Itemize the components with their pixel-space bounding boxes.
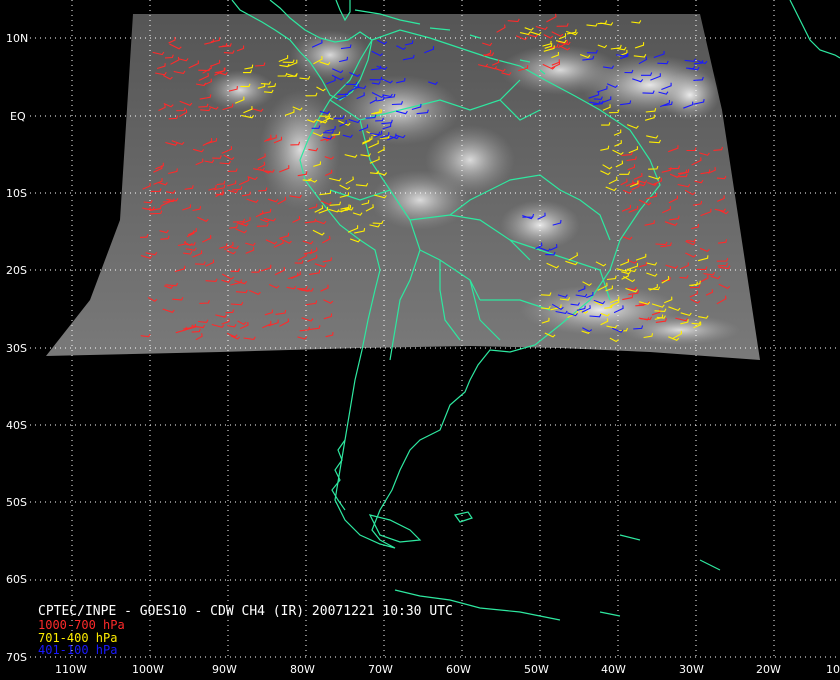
lon-label: 50W [524,663,549,676]
africa-coast [789,0,840,59]
legend-entry-low-level: 1000-700 hPa [38,618,125,632]
lat-label: 50S [6,496,27,509]
lon-label: 10 [826,663,840,676]
lon-label: 70W [368,663,393,676]
lon-label: 90W [212,663,237,676]
south-georgia [619,534,641,541]
tierra-del-fuego [368,514,422,543]
ir-imagery-swath [46,14,760,360]
map-canvas: 10N EQ 10S 20S 30S 40S 50S 60S 70S 110W … [6,0,840,676]
longitude-labels: 110W 100W 90W 80W 70W 60W 50W 40W 30W 20… [55,663,840,676]
satellite-wind-map: 10N EQ 10S 20S 30S 40S 50S 60S 70S 110W … [0,0,840,680]
lon-label: 30W [679,663,704,676]
lat-label: 60S [6,573,27,586]
falkland-islands [453,511,473,523]
lon-label: 20W [756,663,781,676]
lon-label: 110W [55,663,87,676]
lat-label: 10S [6,187,27,200]
lat-label: 70S [6,651,27,664]
lat-label: EQ [10,110,26,123]
lon-label: 60W [446,663,471,676]
latitude-labels: 10N EQ 10S 20S 30S 40S 50S 60S 70S [6,32,28,664]
lon-label: 40W [601,663,626,676]
map-caption: CPTEC/INPE - GOES10 - CDW CH4 (IR) 20071… [38,604,453,619]
lat-label: 40S [6,419,27,432]
lat-label: 10N [6,32,28,45]
legend-entry-high-level: 401-100 hPa [38,643,118,657]
lon-label: 100W [132,663,164,676]
lat-label: 20S [6,264,27,277]
lon-label: 80W [290,663,315,676]
lat-label: 30S [6,342,27,355]
